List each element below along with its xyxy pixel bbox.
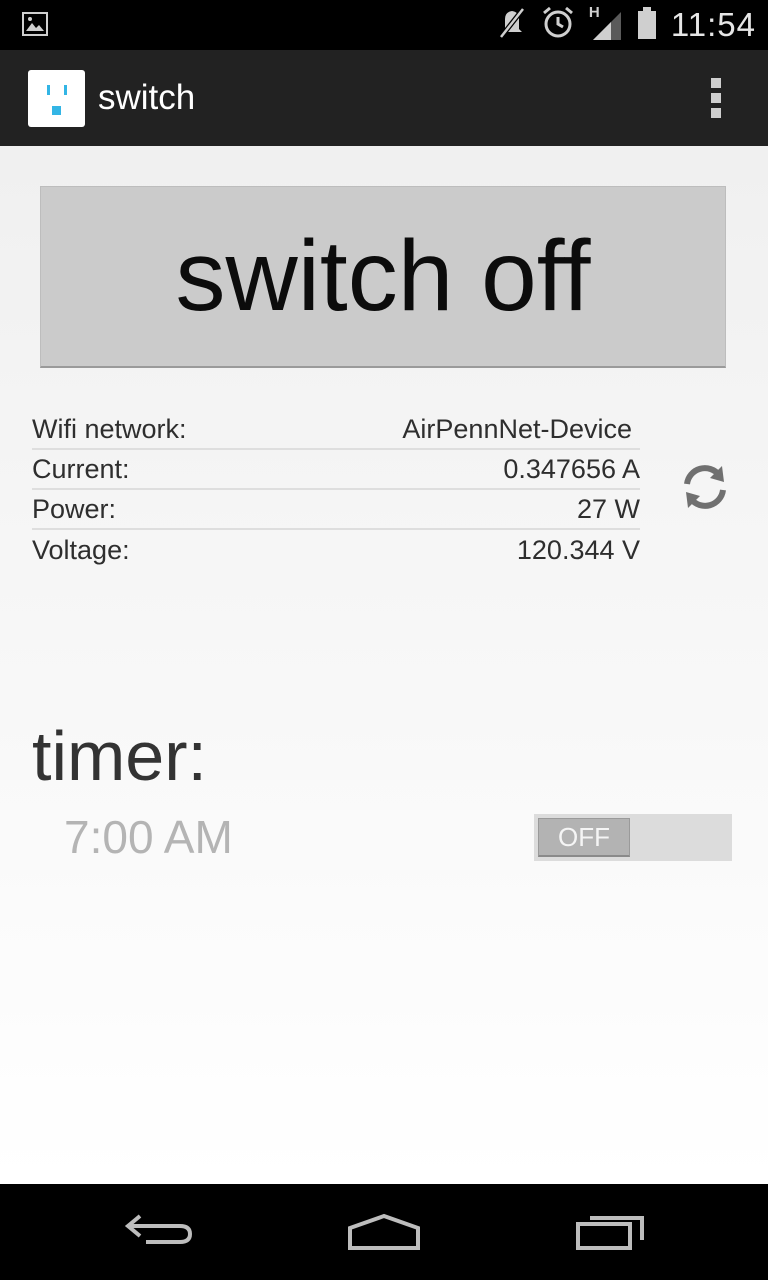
timer-time[interactable]: 7:00 AM — [64, 810, 233, 864]
action-bar: switch — [0, 50, 768, 146]
overflow-menu-icon[interactable] — [710, 78, 722, 118]
info-value: 27 W — [576, 493, 640, 524]
app-title: switch — [98, 78, 196, 117]
status-bar: H 11:54 — [0, 0, 768, 50]
info-row-voltage: Voltage: 120.344 V — [32, 530, 640, 570]
info-label: Voltage: — [32, 534, 130, 565]
main-content: switch off Wifi network: AirPennNet-Devi… — [0, 146, 768, 1184]
info-value: 0.347656 A — [503, 453, 640, 484]
info-label: Power: — [32, 493, 117, 524]
device-info-table: Wifi network: AirPennNet-Device Current:… — [32, 410, 640, 570]
info-row-current: Current: 0.347656 A — [32, 450, 640, 490]
toggle-thumb[interactable]: OFF — [538, 818, 630, 857]
info-row-power: Power: 27 W — [32, 490, 640, 530]
outlet-icon[interactable] — [28, 70, 85, 127]
home-icon[interactable] — [346, 1208, 422, 1257]
info-label: Wifi network: — [32, 413, 187, 444]
alarm-icon — [541, 6, 575, 45]
info-value: AirPennNet-Device — [402, 413, 632, 444]
refresh-icon[interactable] — [678, 460, 732, 514]
timer-toggle[interactable]: OFF — [534, 814, 732, 861]
switch-off-button[interactable]: switch off — [40, 186, 726, 368]
battery-icon — [637, 6, 657, 45]
picture-notification-icon — [22, 12, 48, 41]
info-row-wifi: Wifi network: AirPennNet-Device — [32, 410, 640, 450]
back-icon[interactable] — [124, 1208, 196, 1257]
signal-icon: H — [589, 4, 623, 42]
timer-title: timer: — [32, 717, 207, 795]
recent-apps-icon[interactable] — [574, 1208, 648, 1257]
clock: 11:54 — [670, 6, 756, 43]
muted-icon — [497, 6, 527, 44]
info-value: 120.344 V — [516, 534, 640, 565]
navigation-bar — [0, 1184, 768, 1280]
info-label: Current: — [32, 453, 130, 484]
